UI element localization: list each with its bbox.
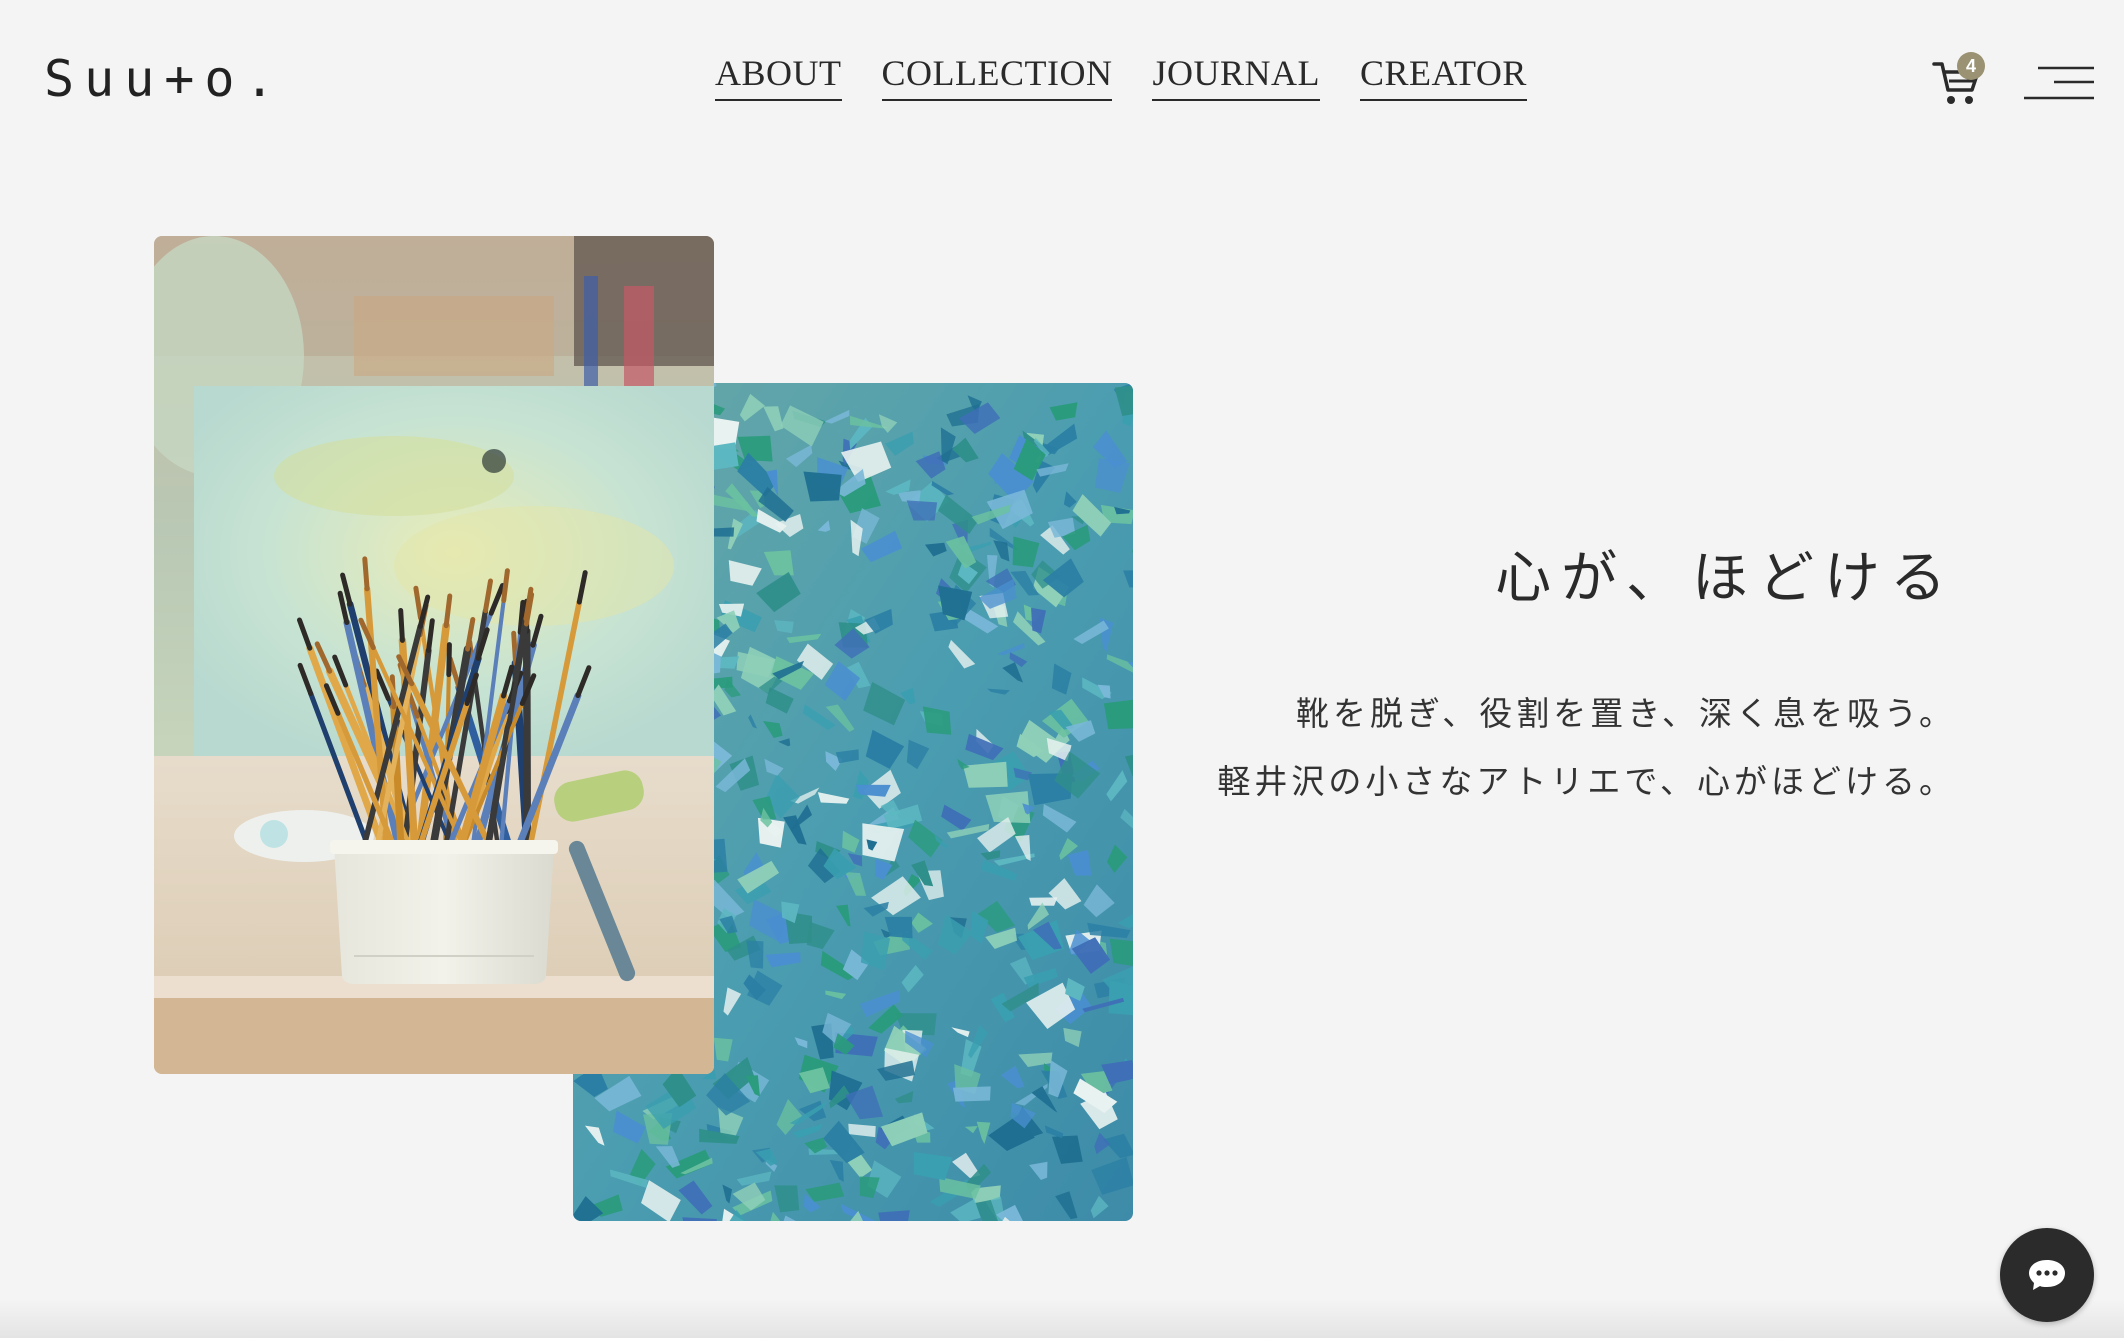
bottom-shadow	[0, 1300, 2124, 1338]
hero-body-line-1: 靴を脱ぎ、役割を置き、深く息を吸う。	[1295, 694, 1956, 733]
nav-collection[interactable]: COLLECTION	[881, 52, 1113, 102]
hero-headline: 心が、ほどける	[1495, 546, 1956, 611]
main-nav: ABOUT COLLECTION JOURNAL CREATOR	[715, 52, 1527, 102]
hamburger-menu-icon	[2024, 66, 2094, 100]
paintbrushes-photo	[154, 236, 714, 1074]
nav-about[interactable]: ABOUT	[715, 52, 842, 102]
site-logo[interactable]: Suu+o.	[44, 54, 285, 104]
chat-button[interactable]	[2000, 1228, 2094, 1322]
chat-bubble-icon	[2029, 1260, 2065, 1290]
menu-button[interactable]	[2024, 64, 2094, 104]
nav-journal[interactable]: JOURNAL	[1152, 52, 1320, 102]
page: Suu+o. ABOUT COLLECTION JOURNAL CREATOR …	[0, 0, 2124, 1338]
nav-creator[interactable]: CREATOR	[1359, 52, 1527, 102]
hero-body: 靴を脱ぎ、役割を置き、深く息を吸う。 軽井沢の小さなアトリエで、心がほどける。	[1217, 680, 1956, 816]
hero-body-line-2: 軽井沢の小さなアトリエで、心がほどける。	[1217, 762, 1956, 801]
cart-count-badge: 4	[1957, 52, 1985, 80]
